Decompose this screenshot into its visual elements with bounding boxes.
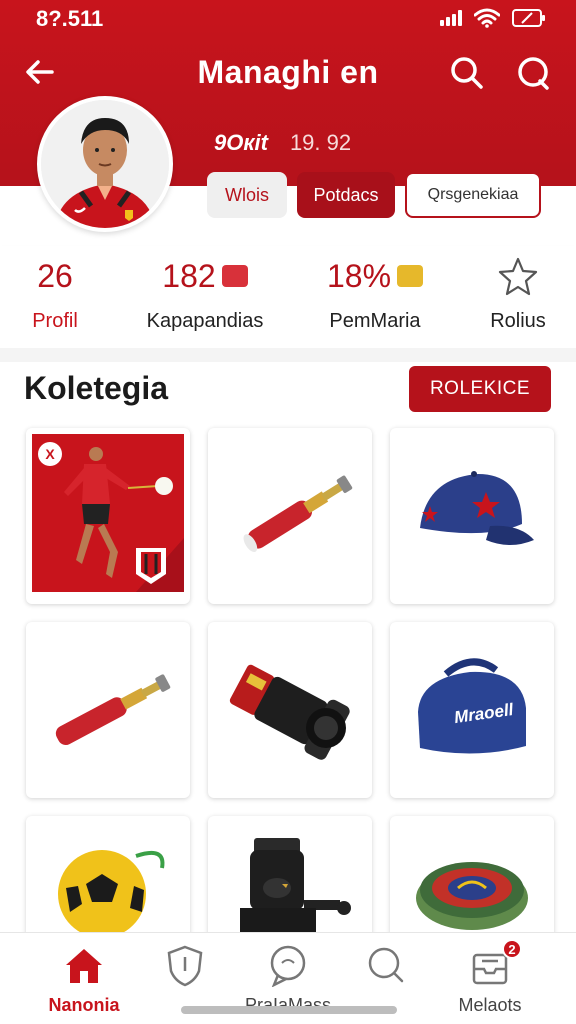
nav-item-inbox[interactable]: 2 Melaots: [430, 939, 550, 1016]
app-screen: 8?.511 Managhi en 9Oкit 19. 92 Wlois Pot…: [0, 0, 576, 1024]
close-icon[interactable]: X: [38, 442, 62, 466]
grid-item-blue-bag[interactable]: Mraoell: [390, 622, 554, 798]
close-label: X: [45, 446, 55, 462]
battery-icon: [512, 9, 545, 27]
nav-item-shield[interactable]: [125, 943, 245, 995]
page-title: Managhi en: [197, 54, 379, 90]
stat-value-row: [478, 256, 558, 296]
camera-lens-image: [229, 664, 350, 760]
status-bar: 8?.511: [0, 0, 576, 38]
grid-item-camera-lens[interactable]: [208, 622, 372, 798]
stat-label: Profil: [32, 310, 78, 332]
nav-label: Nanonia: [48, 995, 120, 1015]
grid-item-red-torch-2[interactable]: [26, 622, 190, 798]
stat-value: 18%: [326, 257, 392, 294]
profile-meta: 9Oкit 19. 92: [214, 130, 351, 156]
status-time: 8?.511: [36, 6, 104, 31]
meta-value: 19. 92: [289, 130, 352, 155]
shield-icon: [167, 945, 203, 987]
grid-item-red-torch[interactable]: [208, 428, 372, 604]
grid-item-blue-cap[interactable]: [390, 428, 554, 604]
grid-item-player-card[interactable]: X: [26, 428, 190, 604]
stat-pemmaria[interactable]: 18% PemMaria: [320, 256, 430, 333]
meta-handle: 9Oкit: [214, 130, 268, 155]
notification-badge: 2: [502, 939, 522, 959]
chip-potdacs[interactable]: Potdacs: [297, 172, 395, 218]
stat-value-row: 18%: [320, 256, 430, 296]
stat-value-row: 182: [140, 256, 270, 296]
player-portrait: [41, 100, 169, 228]
section-action-button[interactable]: ROLEKICE: [409, 366, 551, 412]
home-icon: [66, 949, 102, 983]
top-bar: Managhi en: [0, 48, 576, 100]
red-torch-image: [243, 475, 353, 553]
stats-bar: 26 Profil 182 Kapapandias 18% PemMaria R…: [0, 246, 576, 348]
chip-qrsgenekiaa[interactable]: Qrsgenekiaa: [405, 172, 541, 218]
home-indicator[interactable]: [181, 1006, 397, 1014]
wifi-icon: [474, 8, 500, 28]
stat-rolius[interactable]: Rolius: [478, 256, 558, 333]
chat-bubble-icon: [270, 945, 306, 987]
stat-label: PemMaria: [329, 310, 421, 332]
chat-search-icon[interactable]: [514, 54, 552, 92]
stat-value: 26: [37, 257, 73, 294]
stat-value: 182: [162, 257, 216, 294]
red-torch-2-image: [55, 674, 171, 746]
stat-label: Rolius: [490, 310, 546, 332]
star-icon: [498, 257, 538, 296]
nav-label: Melaots: [458, 995, 522, 1015]
status-icons: [440, 8, 546, 28]
flag-icon: [221, 265, 248, 287]
stat-profil[interactable]: 26 Profil: [20, 256, 90, 333]
search-icon[interactable]: [448, 54, 486, 92]
stat-kapapandias[interactable]: 182 Kapapandias: [140, 256, 270, 333]
blue-cap-image: [420, 471, 534, 545]
badge-icon: [397, 265, 424, 287]
section-divider: [0, 348, 576, 362]
nav-item-message[interactable]: [326, 943, 446, 995]
section-title: Koletegia: [24, 370, 169, 406]
avatar[interactable]: [37, 96, 173, 232]
chip-wlois[interactable]: Wlois: [207, 172, 287, 218]
stat-label: Kapapandias: [146, 310, 264, 332]
signal-icon: [440, 10, 462, 26]
message-icon: [368, 947, 404, 983]
chip-row: Wlois Potdacs Qrsgenekiaa: [207, 172, 541, 218]
